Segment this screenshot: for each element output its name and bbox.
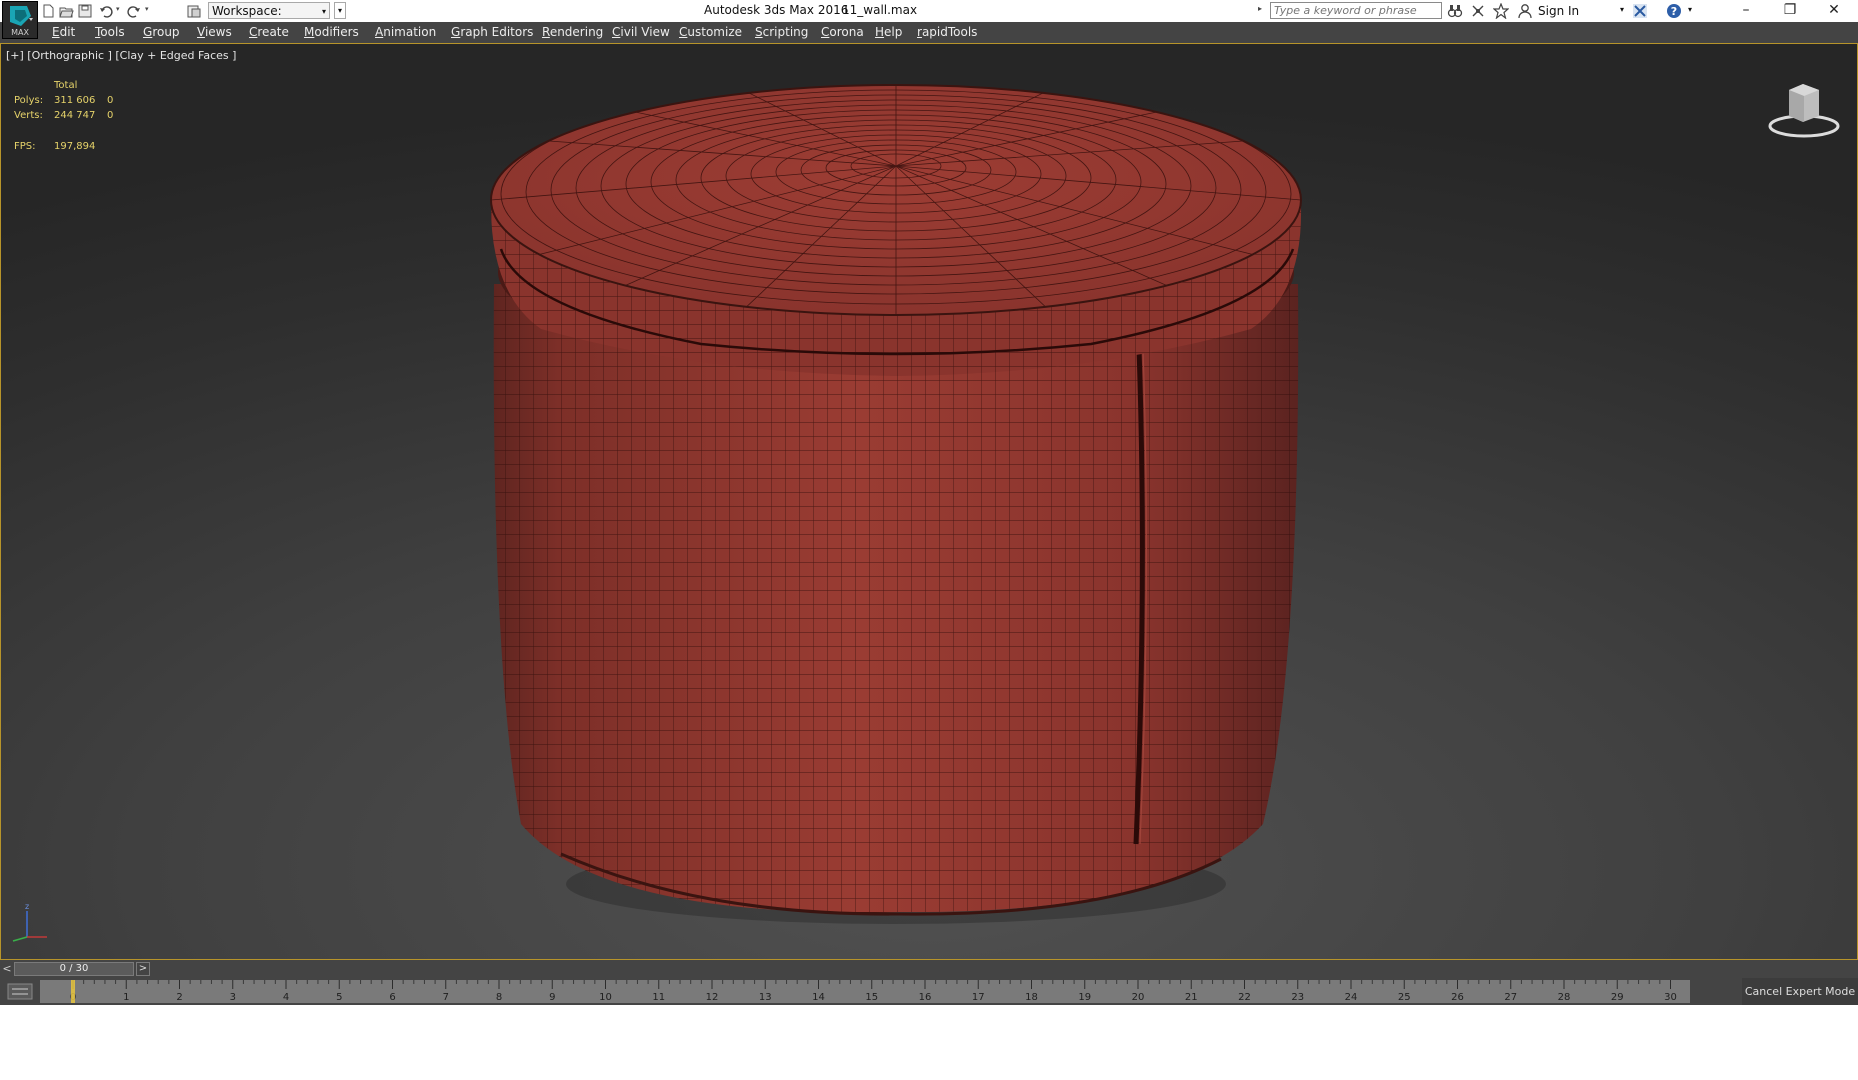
file-title: 11_wall.max: [842, 3, 918, 17]
menu-corona[interactable]: Corona: [821, 25, 864, 39]
viewcube-icon[interactable]: [1767, 78, 1843, 138]
svg-text:?: ?: [1671, 5, 1677, 18]
app-title: Autodesk 3ds Max 2016: [704, 3, 849, 17]
menu-tools[interactable]: Tools: [95, 25, 125, 39]
application-button[interactable]: MAX: [2, 1, 38, 39]
frame-label: 5: [336, 992, 342, 1003]
menu-animation[interactable]: Animation: [375, 25, 436, 39]
menu-rendering[interactable]: Rendering: [542, 25, 603, 39]
axis-z-label: z: [25, 902, 29, 911]
frame-label: 27: [1504, 992, 1517, 1003]
undo-dropdown-icon[interactable]: ▾: [116, 5, 120, 13]
menu-graph-editors[interactable]: Graph Editors: [451, 25, 533, 39]
frame-label: 15: [865, 992, 878, 1003]
menu-civil-view[interactable]: Civil View: [612, 25, 670, 39]
frame-label: 24: [1345, 992, 1358, 1003]
frame-label: 10: [599, 992, 612, 1003]
frame-label: 2: [176, 992, 182, 1003]
frame-label: 16: [919, 992, 932, 1003]
axis-tripod-icon: z: [12, 902, 47, 942]
menu-create[interactable]: Create: [249, 25, 289, 39]
menu-group[interactable]: Group: [143, 25, 180, 39]
time-slider-thumb[interactable]: 0 / 30: [14, 962, 134, 976]
menu-bar: Edit Tools Group Views Create Modifiers …: [0, 22, 1858, 43]
menu-help[interactable]: Help: [875, 25, 902, 39]
sign-in-dropdown-icon[interactable]: ▾: [1620, 5, 1624, 14]
frame-label: 14: [812, 992, 825, 1003]
logo-label: MAX: [11, 28, 29, 37]
frame-label: 26: [1451, 992, 1464, 1003]
ruler-end: [1690, 980, 1740, 1003]
undo-icon[interactable]: [98, 3, 114, 19]
frame-ruler[interactable]: 0123456789101112131415161718192021222324…: [40, 980, 1690, 1003]
track-bar: 0123456789101112131415161718192021222324…: [0, 978, 1858, 1005]
time-slider[interactable]: < 0 / 30 >: [0, 960, 1858, 978]
sign-in-button[interactable]: Sign In: [1538, 4, 1579, 18]
menu-rapidtools[interactable]: rapidTools: [917, 25, 977, 39]
title-bar: MAX ▾ ▾ Workspace: Default ▾ ▾ Autodesk …: [0, 0, 1858, 39]
frame-label: 20: [1132, 992, 1145, 1003]
frame-label: 7: [443, 992, 449, 1003]
project-folder-icon[interactable]: [186, 3, 202, 19]
frame-label: 17: [972, 992, 985, 1003]
frame-label: 19: [1078, 992, 1091, 1003]
max-logo-icon: [10, 6, 33, 26]
redo-dropdown-icon[interactable]: ▾: [145, 5, 149, 13]
minimize-button[interactable]: –: [1724, 0, 1768, 22]
frame-label: 6: [389, 992, 395, 1003]
autodesk-exchange-icon[interactable]: [1632, 3, 1648, 19]
help-dropdown-icon[interactable]: ▾: [1688, 5, 1692, 14]
frame-label: 1: [123, 992, 129, 1003]
menu-views[interactable]: Views: [197, 25, 232, 39]
open-file-icon[interactable]: [58, 3, 74, 19]
search-input[interactable]: [1270, 2, 1442, 19]
time-slider-next-button[interactable]: >: [136, 962, 150, 976]
workspace-dropdown[interactable]: Workspace: Default ▾: [208, 2, 330, 35]
customize-toolbar-icon[interactable]: ▾: [334, 2, 346, 19]
redo-icon[interactable]: [126, 3, 142, 19]
frame-label: 11: [652, 992, 665, 1003]
search-expand-icon[interactable]: ▸: [1258, 4, 1262, 13]
restore-button[interactable]: ❐: [1768, 0, 1812, 22]
cancel-expert-mode-button[interactable]: Cancel Expert Mode: [1742, 978, 1858, 1005]
pouf-model[interactable]: [1, 44, 1857, 959]
frame-label: 21: [1185, 992, 1198, 1003]
frame-label: 8: [496, 992, 502, 1003]
mini-curve-editor-icon[interactable]: [2, 980, 38, 1003]
chevron-down-icon: ▾: [321, 7, 326, 16]
binoculars-icon[interactable]: [1447, 3, 1463, 19]
frame-label: 28: [1558, 992, 1571, 1003]
frame-label: 9: [549, 992, 555, 1003]
communication-center-icon[interactable]: [1470, 3, 1486, 19]
frame-label: 29: [1611, 992, 1624, 1003]
menu-scripting[interactable]: Scripting: [755, 25, 808, 39]
frame-label: 22: [1238, 992, 1251, 1003]
time-slider-prev-button[interactable]: <: [0, 960, 14, 978]
save-icon[interactable]: [77, 3, 93, 19]
menu-edit[interactable]: Edit: [52, 25, 75, 39]
frame-label: 23: [1291, 992, 1304, 1003]
favorites-star-icon[interactable]: [1493, 3, 1509, 19]
current-frame-marker[interactable]: [71, 980, 75, 1003]
frame-label: 25: [1398, 992, 1411, 1003]
frame-label: 30: [1664, 992, 1677, 1003]
new-file-icon[interactable]: [40, 3, 56, 19]
frame-label: 4: [283, 992, 289, 1003]
frame-label: 12: [706, 992, 719, 1003]
close-button[interactable]: ✕: [1812, 0, 1856, 22]
help-icon[interactable]: ?: [1666, 3, 1682, 19]
perspective-viewport[interactable]: [+] [Orthographic ] [Clay + Edged Faces …: [0, 43, 1858, 960]
frame-label: 13: [759, 992, 772, 1003]
frame-ticks: 0123456789101112131415161718192021222324…: [70, 980, 1677, 1003]
frame-label: 18: [1025, 992, 1038, 1003]
empty-area: [0, 1005, 1858, 1080]
user-icon[interactable]: [1517, 3, 1533, 19]
menu-customize[interactable]: Customize: [679, 25, 742, 39]
frame-label: 3: [230, 992, 236, 1003]
menu-modifiers[interactable]: Modifiers: [304, 25, 359, 39]
